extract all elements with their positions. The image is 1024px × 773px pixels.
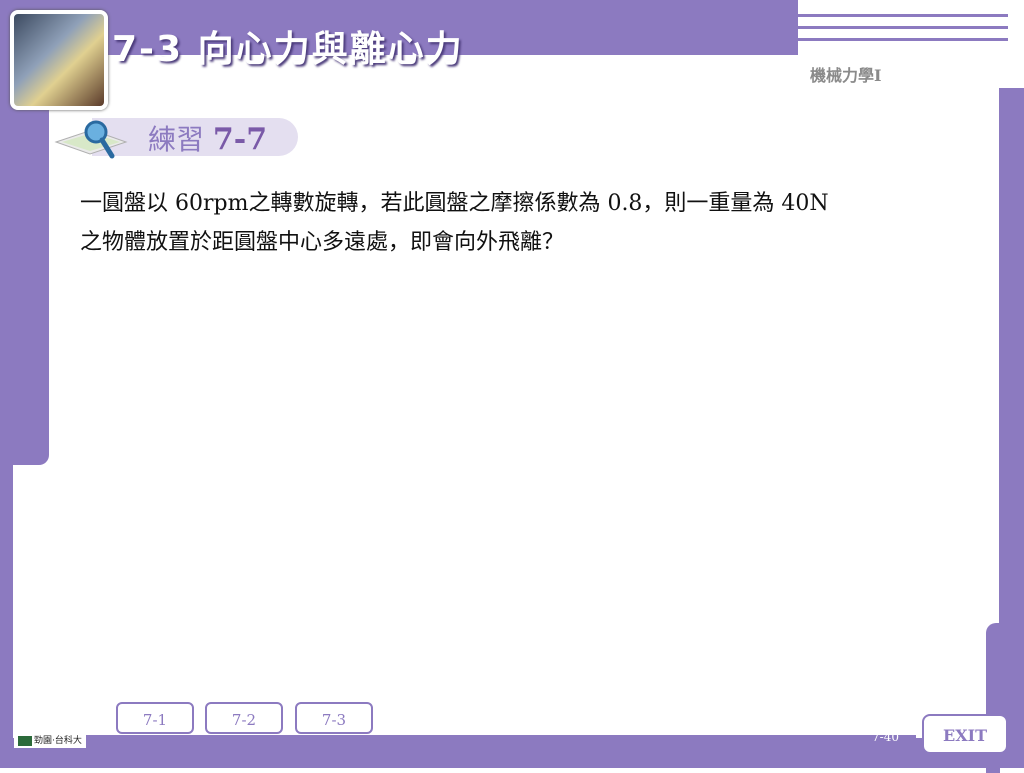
question-line-1: 一圓盤以 60rpm之轉數旋轉，若此圓盤之摩擦係數為 0.8，則一重量為 40N <box>80 191 829 216</box>
left-accent-bar <box>13 55 49 465</box>
header-stripes <box>798 14 1008 54</box>
practice-label-text: 練習 <box>148 123 205 156</box>
page-number: 7-40 <box>872 730 899 744</box>
publisher-logo: 勁園‧台科大 <box>14 734 86 748</box>
bottom-bar <box>0 738 1024 768</box>
practice-heading: 練習 7-7 <box>52 112 302 160</box>
publisher-logo-text: 勁園‧台科大 <box>34 736 82 746</box>
magnifier-map-icon <box>54 120 128 159</box>
exit-button[interactable]: EXIT <box>922 714 1008 754</box>
tab-7-3[interactable]: 7-3 <box>295 702 373 734</box>
tab-7-1[interactable]: 7-1 <box>116 702 194 734</box>
question-text: 一圓盤以 60rpm之轉數旋轉，若此圓盤之摩擦係數為 0.8，則一重量為 40N… <box>80 184 990 262</box>
publisher-logo-mark <box>18 735 32 746</box>
subject-label: 機械力學I <box>810 66 882 85</box>
page-title: 7-3 向心力與離心力 <box>112 29 464 70</box>
practice-label: 練習 7-7 <box>148 118 267 158</box>
practice-number: 7-7 <box>212 122 268 157</box>
tab-7-2[interactable]: 7-2 <box>205 702 283 734</box>
chapter-thumbnail-image <box>10 10 108 110</box>
question-line-2: 之物體放置於距圓盤中心多遠處，即會向外飛離？ <box>80 230 565 255</box>
